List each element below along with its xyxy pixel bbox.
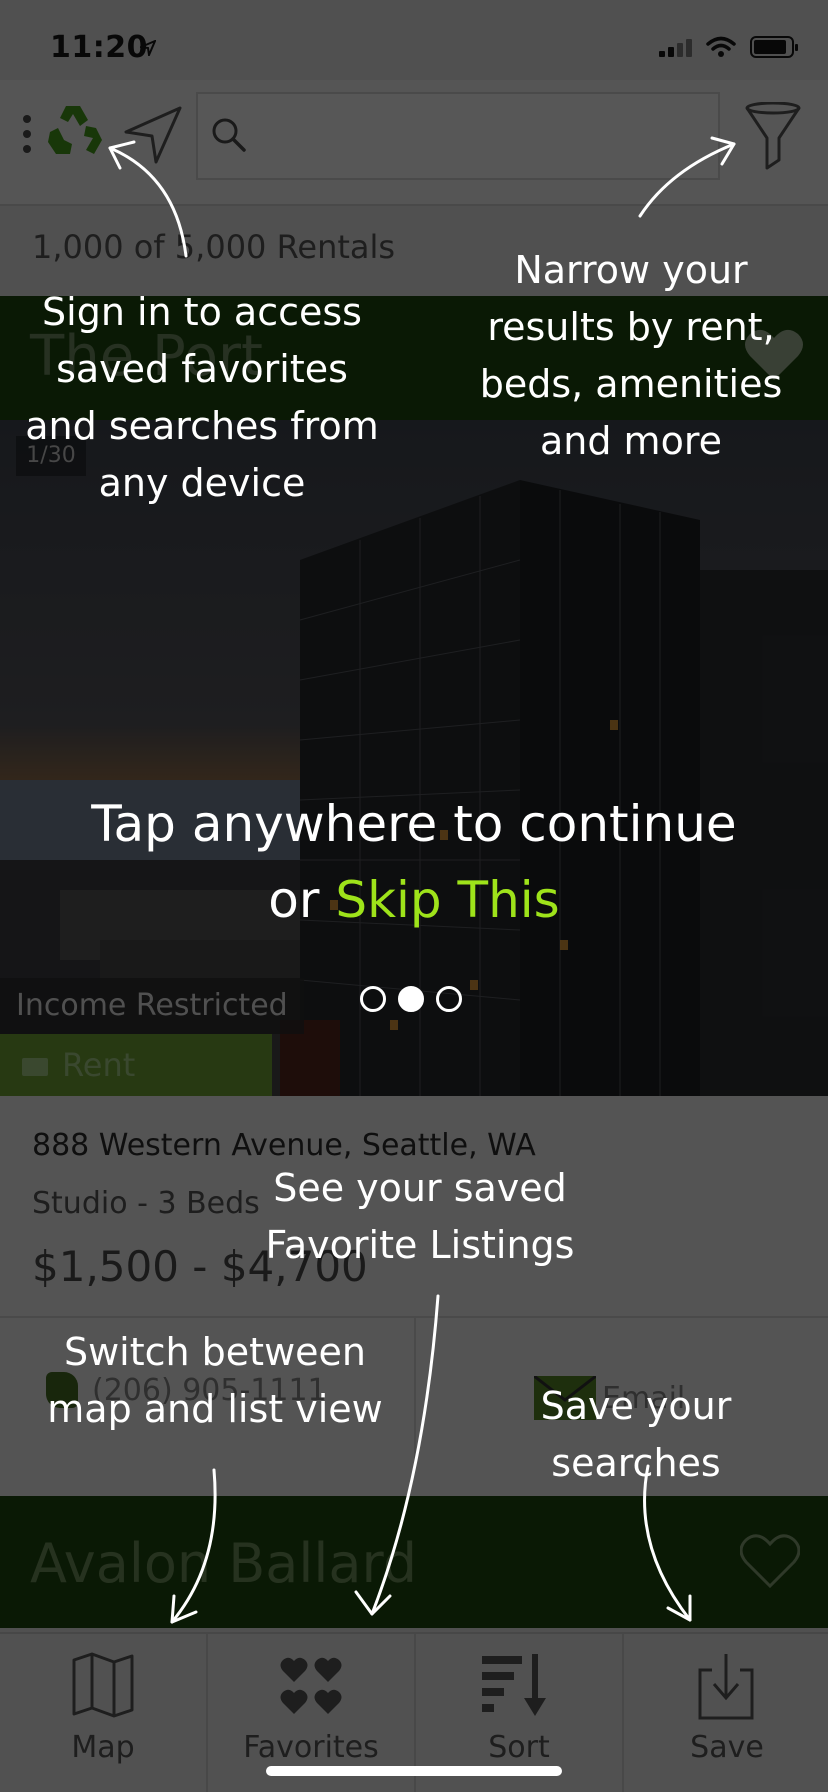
home-indicator[interactable]	[266, 1766, 562, 1776]
continue-line: Tap anywhere to continue	[91, 795, 737, 853]
continue-tip[interactable]: Tap anywhere to continue or Skip This	[60, 786, 768, 938]
favorites-tip: See your saved Favorite Listings	[265, 1166, 575, 1267]
app-screen: 11:20 1,000 of 5,000 Rentals The Port 1/…	[0, 0, 828, 1792]
or-text: or	[268, 871, 336, 929]
page-indicator	[360, 986, 462, 1012]
filter-tip: Narrow your results by rent, beds, ameni…	[479, 248, 783, 463]
save-searches-tip: Save your searches	[540, 1384, 732, 1485]
switch-view-tip: Switch between map and list view	[47, 1330, 383, 1431]
page-dot[interactable]	[360, 986, 386, 1012]
arrow-to-signin	[108, 146, 188, 258]
page-dot[interactable]	[436, 986, 462, 1012]
arrow-to-filter	[638, 142, 736, 218]
signin-tip: Sign in to access saved favorites and se…	[25, 290, 379, 505]
skip-line: or Skip This	[60, 862, 768, 938]
skip-button[interactable]: Skip This	[335, 871, 559, 929]
page-dot-active[interactable]	[398, 986, 424, 1012]
arrow-to-map	[170, 1468, 217, 1624]
